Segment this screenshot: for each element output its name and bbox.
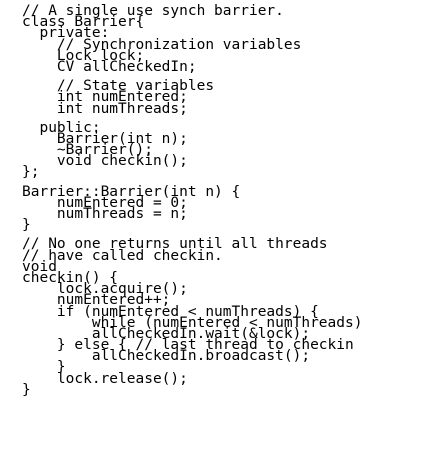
code-line-16: }; bbox=[22, 164, 40, 181]
code-line-10: int numThreads; bbox=[22, 100, 188, 117]
code-listing: // A single use synch barrier. class Bar… bbox=[22, 4, 422, 398]
code-line-6: CV allCheckedIn; bbox=[22, 58, 197, 75]
code-line-35: lock.release(); bbox=[22, 370, 188, 387]
code-line-15: void checkin(); bbox=[22, 153, 188, 170]
code-line-33: allCheckedIn.broadcast(); bbox=[22, 348, 311, 365]
code-line-20: numThreads = n; bbox=[22, 206, 188, 222]
code-line-24: // have called checkin. bbox=[22, 247, 223, 264]
